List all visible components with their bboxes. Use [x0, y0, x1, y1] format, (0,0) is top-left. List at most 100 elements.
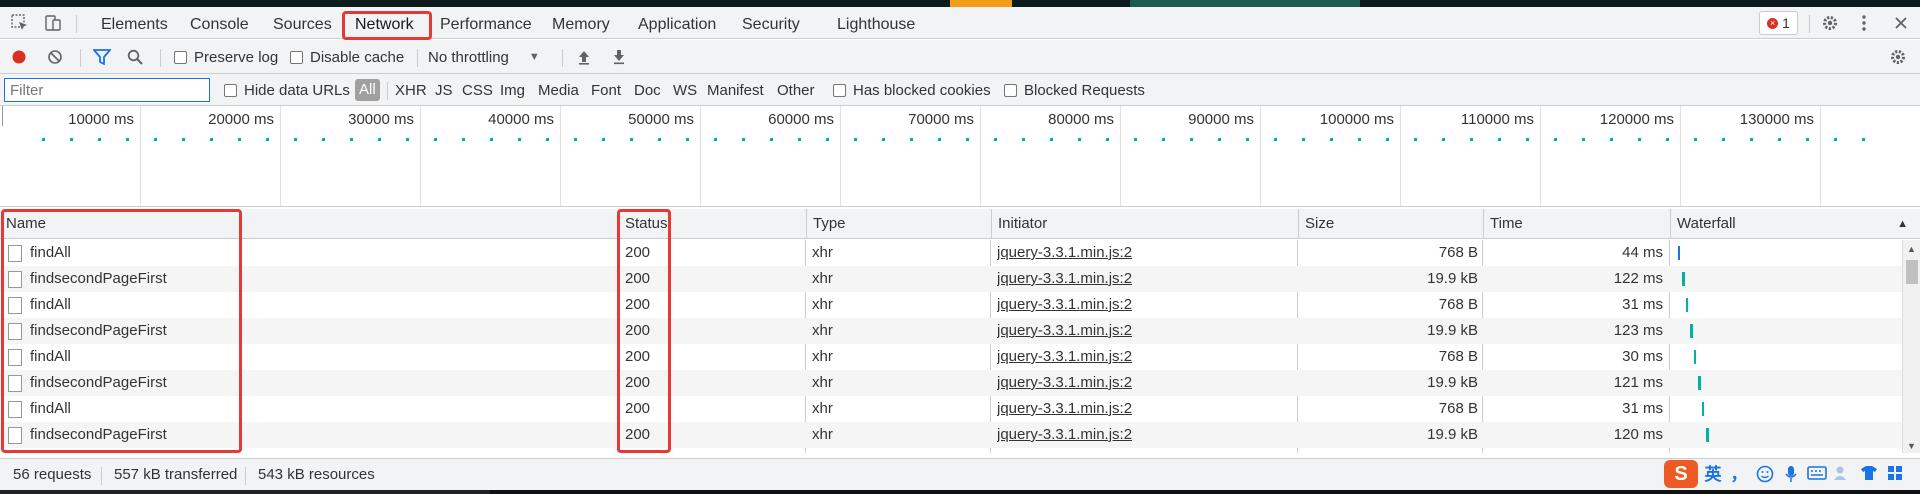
preserve-log-checkbox[interactable]: Preserve log	[174, 46, 278, 68]
overview-tick-label: 30000 ms	[348, 111, 414, 128]
disable-cache-check[interactable]	[290, 50, 303, 64]
filter-input[interactable]	[4, 78, 210, 102]
filter-type-all[interactable]: All	[355, 79, 380, 101]
table-row[interactable]: findsecondPageFirst 200 xhr jquery-3.3.1.mi…	[0, 266, 1902, 292]
filter-type-doc[interactable]: Doc	[634, 82, 661, 99]
cell-initiator[interactable]: jquery-3.3.1.min.js:2	[997, 370, 1287, 396]
filter-type-js[interactable]: JS	[435, 82, 453, 99]
more-vert-icon[interactable]	[1853, 13, 1875, 33]
grid-icon[interactable]	[1884, 465, 1906, 485]
ime-language-toggle[interactable]: 英	[1702, 465, 1724, 485]
tab-elements[interactable]: Elements	[101, 14, 168, 38]
tab-sources[interactable]: Sources	[273, 14, 332, 38]
clear-icon[interactable]	[47, 46, 63, 68]
close-icon[interactable]	[1890, 13, 1912, 33]
cell-initiator[interactable]: jquery-3.3.1.min.js:2	[997, 266, 1287, 292]
import-icon[interactable]	[577, 46, 591, 68]
filter-type-media[interactable]: Media	[538, 82, 579, 99]
cell-initiator[interactable]: jquery-3.3.1.min.js:2	[997, 240, 1287, 266]
column-header-size[interactable]: Size	[1298, 209, 1483, 239]
overview-request-mark	[938, 138, 941, 141]
tab-console[interactable]: Console	[190, 14, 249, 38]
throttling-select[interactable]: No throttling ▼	[428, 46, 540, 68]
top-strip-accent-2	[1130, 0, 1360, 7]
table-row[interactable]: findAll 200 xhr jquery-3.3.1.min.js:2 768 B3…	[0, 292, 1902, 318]
preserve-log-label: Preserve log	[194, 48, 279, 66]
settings-gear-icon[interactable]	[1819, 13, 1841, 33]
export-icon[interactable]	[612, 46, 626, 68]
overview-request-mark	[98, 138, 101, 141]
emoji-icon[interactable]	[1754, 465, 1776, 485]
filter-type-xhr[interactable]: XHR	[395, 82, 427, 99]
error-count-badge[interactable]: × 1	[1759, 11, 1798, 35]
tab-lighthouse[interactable]: Lighthouse	[837, 14, 915, 38]
filter-type-css[interactable]: CSS	[462, 82, 493, 99]
filter-icon[interactable]	[93, 46, 111, 68]
filter-type-ws[interactable]: WS	[673, 82, 697, 99]
keyboard-icon[interactable]	[1806, 465, 1828, 485]
table-row[interactable]: findAll 200 xhr jquery-3.3.1.min.js:2 768 B4…	[0, 240, 1902, 266]
overview-gridline	[280, 106, 281, 206]
device-toolbar-icon[interactable]	[42, 13, 64, 33]
cell-initiator[interactable]: jquery-3.3.1.min.js:2	[997, 422, 1287, 448]
network-tab-highlight	[342, 11, 432, 40]
tab-performance[interactable]: Performance	[440, 14, 532, 38]
ime-logo[interactable]: S	[1664, 460, 1698, 488]
microphone-icon[interactable]	[1780, 465, 1802, 485]
tab-security[interactable]: Security	[742, 14, 800, 38]
hide-data-urls-checkbox[interactable]: Hide data URLs	[224, 82, 350, 99]
has-blocked-cookies-check[interactable]	[833, 84, 846, 97]
blocked-requests-checkbox[interactable]: Blocked Requests	[1004, 82, 1145, 99]
column-header-type[interactable]: Type	[806, 209, 991, 239]
filter-type-other[interactable]: Other	[777, 82, 815, 99]
overview-request-mark	[42, 138, 45, 141]
network-overview[interactable]: 10000 ms 20000 ms 30000 ms 40000 ms 50000 ms…	[0, 106, 1920, 207]
filter-type-manifest[interactable]: Manifest	[707, 82, 764, 99]
scrollbar-thumb[interactable]	[1906, 260, 1918, 284]
overview-request-mark	[350, 138, 353, 141]
inspect-element-icon[interactable]	[9, 13, 31, 33]
has-blocked-cookies-checkbox[interactable]: Has blocked cookies	[833, 82, 991, 99]
tab-application[interactable]: Application	[638, 14, 716, 38]
overview-request-mark	[574, 138, 577, 141]
overview-request-mark	[798, 138, 801, 141]
overview-gridline	[700, 106, 701, 206]
tab-memory[interactable]: Memory	[552, 14, 610, 38]
error-icon: ×	[1767, 17, 1779, 29]
overview-request-mark	[154, 138, 157, 141]
user-icon[interactable]	[1832, 465, 1854, 485]
skin-icon[interactable]	[1858, 465, 1880, 485]
table-row[interactable]: findsecondPageFirst 200 xhr jquery-3.3.1.mi…	[0, 318, 1902, 344]
overview-request-mark	[966, 138, 969, 141]
cell-type: xhr	[812, 270, 833, 287]
scroll-down-icon[interactable]: ▼	[1907, 441, 1916, 451]
filter-type-img[interactable]: Img	[500, 82, 525, 99]
cell-initiator[interactable]: jquery-3.3.1.min.js:2	[997, 344, 1287, 370]
table-row[interactable]: findAll 200 xhr jquery-3.3.1.min.js:2 768 B3…	[0, 344, 1902, 370]
table-row[interactable]: findAll 200 xhr jquery-3.3.1.min.js:2 768 B3…	[0, 396, 1902, 422]
hide-data-urls-check[interactable]	[224, 84, 237, 97]
blocked-requests-check[interactable]	[1004, 84, 1017, 97]
table-row[interactable]: findsecondPageFirst 200 xhr jquery-3.3.1.mi…	[0, 370, 1902, 396]
column-header-initiator[interactable]: Initiator	[991, 209, 1298, 239]
settings-gear-icon[interactable]	[1889, 46, 1907, 68]
table-row[interactable]: findsecondPageFirst 200 xhr jquery-3.3.1.mi…	[0, 422, 1902, 448]
filter-type-font[interactable]: Font	[591, 82, 621, 99]
overview-left-edge	[2, 106, 3, 126]
cell-initiator[interactable]: jquery-3.3.1.min.js:2	[997, 396, 1287, 422]
cell-initiator[interactable]: jquery-3.3.1.min.js:2	[997, 318, 1287, 344]
disable-cache-checkbox[interactable]: Disable cache	[290, 46, 404, 68]
column-header-time[interactable]: Time	[1483, 209, 1670, 239]
search-icon[interactable]	[127, 46, 143, 68]
column-header-waterfall[interactable]: Waterfall ▲	[1670, 209, 1920, 239]
cell-type: xhr	[812, 322, 833, 339]
scroll-up-icon[interactable]: ▲	[1907, 244, 1916, 254]
preserve-log-check[interactable]	[174, 50, 187, 64]
ime-punctuation-toggle[interactable]: ，	[1728, 465, 1750, 485]
cell-type: xhr	[812, 348, 833, 365]
cell-initiator[interactable]: jquery-3.3.1.min.js:2	[997, 292, 1287, 318]
overview-request-mark	[518, 138, 521, 141]
record-icon[interactable]	[11, 46, 27, 68]
vertical-scrollbar[interactable]: ▲ ▼	[1902, 240, 1920, 453]
overview-request-mark	[1358, 138, 1361, 141]
